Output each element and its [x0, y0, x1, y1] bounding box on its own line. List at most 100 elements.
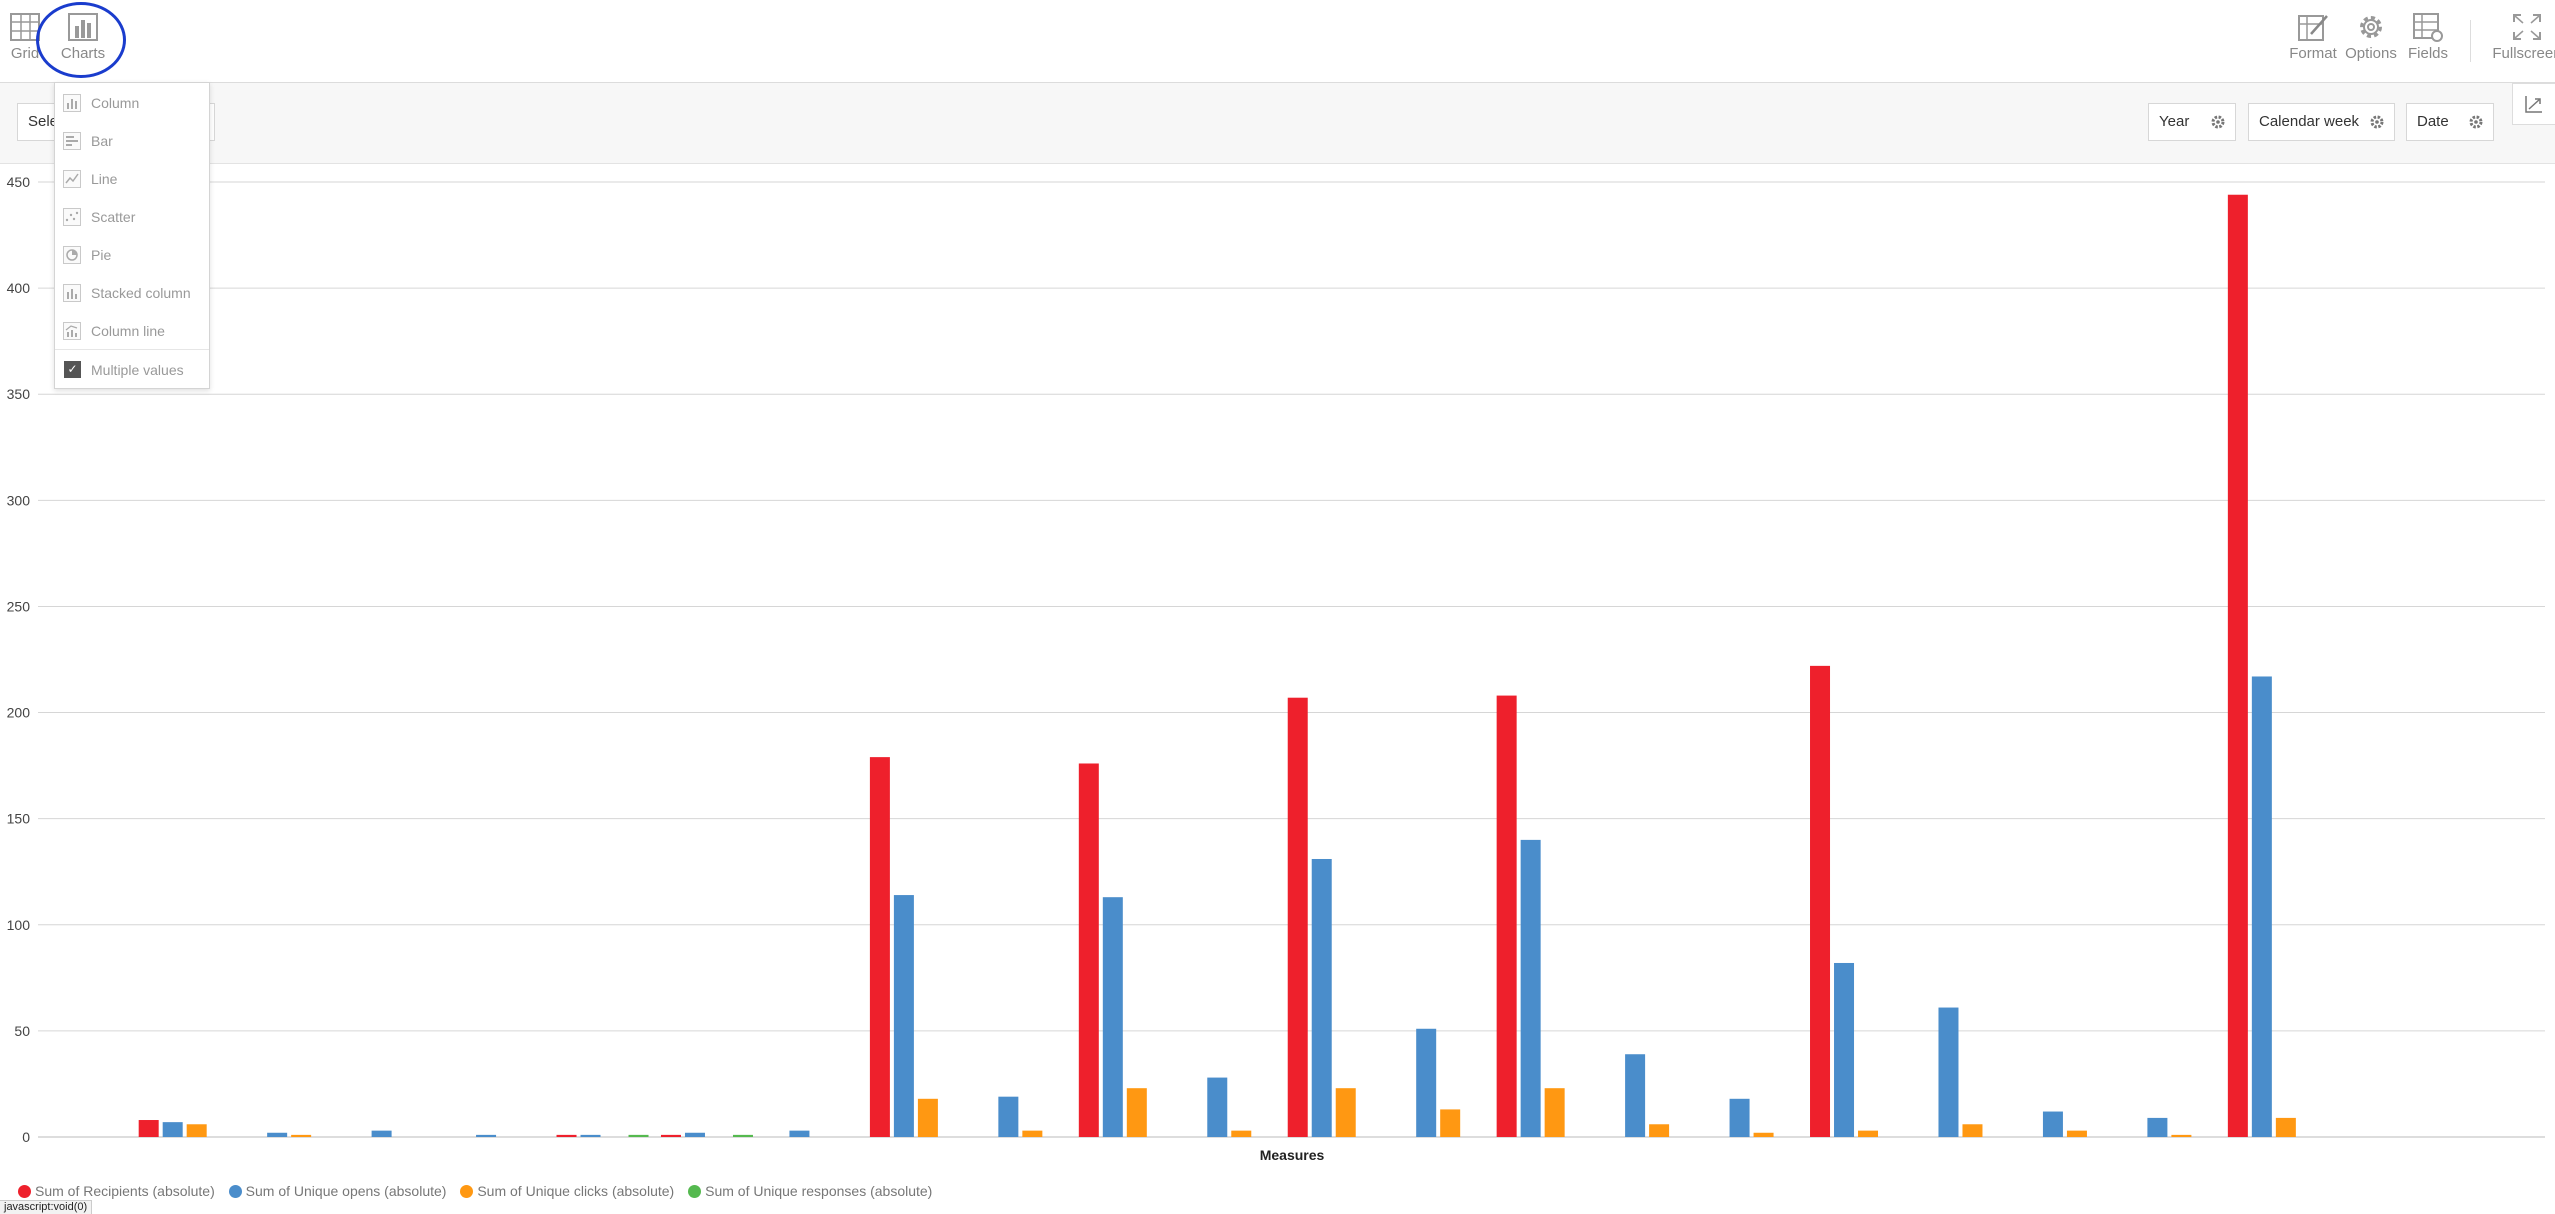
scatter-chart-icon — [63, 208, 81, 226]
bar-chart-icon — [63, 132, 81, 150]
fullscreen-label: Fullscreen — [2492, 45, 2555, 62]
axis-arrow-icon — [2525, 96, 2542, 113]
bar — [1544, 1088, 1565, 1137]
menu-item-column-line[interactable]: Column line — [55, 315, 209, 345]
gear-icon[interactable] — [2210, 114, 2226, 130]
format-icon — [2298, 15, 2328, 41]
bar — [1938, 1007, 1959, 1137]
bar — [1810, 665, 1831, 1137]
y-tick-label: 150 — [7, 811, 31, 827]
fullscreen-button[interactable]: Fullscreen — [2487, 12, 2555, 76]
bar — [138, 1120, 159, 1137]
y-tick-label: 400 — [7, 280, 31, 296]
fields-button[interactable]: Fields — [2393, 12, 2463, 76]
y-tick-label: 300 — [7, 492, 31, 508]
bar — [1231, 1130, 1252, 1137]
x-axis-label: Measures — [1260, 1147, 1325, 1163]
filter-chip-label: Calendar week — [2259, 113, 2360, 130]
fields-icon — [2413, 13, 2443, 42]
gear-icon — [2360, 16, 2382, 38]
menu-item-pie[interactable]: Pie — [55, 239, 209, 269]
fullscreen-icon — [2513, 14, 2541, 40]
bar — [1311, 858, 1332, 1137]
bar — [371, 1130, 392, 1137]
filter-chip-calendar-week[interactable]: Calendar week — [2248, 103, 2395, 141]
bar — [1440, 1109, 1461, 1137]
bar — [556, 1134, 577, 1137]
y-tick-label: 50 — [14, 1023, 30, 1039]
y-tick-label: 200 — [7, 705, 31, 721]
y-tick-label: 250 — [7, 598, 31, 614]
bar — [789, 1130, 810, 1137]
bar — [1625, 1054, 1646, 1137]
legend-dot — [228, 1185, 242, 1198]
bar — [998, 1096, 1019, 1137]
bar — [1126, 1088, 1147, 1137]
gear-icon[interactable] — [2468, 114, 2484, 130]
bar — [1102, 897, 1123, 1137]
bar — [2251, 676, 2272, 1137]
menu-item-label: Bar — [91, 133, 113, 149]
bar — [917, 1098, 938, 1137]
toolbar: Grid Charts Format Options Fields Fullsc… — [0, 0, 2555, 83]
legend-item[interactable]: Sum of Unique clicks (absolute) — [460, 1183, 674, 1199]
chart-legend: Sum of Recipients (absolute) Sum of Uniq… — [18, 1183, 942, 1199]
filter-bar: Sele Year Calendar week Date — [0, 83, 2555, 164]
legend-label: Sum of Unique clicks (absolute) — [477, 1183, 675, 1199]
bar — [1287, 697, 1308, 1137]
bar — [1416, 1028, 1437, 1137]
bar — [1022, 1130, 1043, 1137]
menu-item-label: Pie — [91, 247, 112, 263]
menu-item-bar[interactable]: Bar — [55, 125, 209, 155]
chart-axis-toggle[interactable] — [2512, 83, 2555, 125]
bar — [1753, 1132, 1774, 1137]
bar — [1207, 1077, 1228, 1137]
chart-type-menu: Column Bar Line Scatter Pie Stacked colu… — [54, 82, 210, 389]
bar — [1496, 695, 1517, 1137]
menu-item-scatter[interactable]: Scatter — [55, 201, 209, 231]
legend-item[interactable]: Sum of Recipients (absolute) — [18, 1183, 215, 1199]
filter-chip-label: Year — [2159, 113, 2190, 130]
bar — [2171, 1134, 2192, 1137]
menu-item-label: Column line — [91, 323, 165, 339]
menu-item-label: Scatter — [91, 209, 136, 225]
bar — [1520, 839, 1541, 1137]
bar — [732, 1134, 753, 1137]
legend-item[interactable]: Sum of Unique opens (absolute) — [228, 1183, 446, 1199]
column-chart: 0 50 100 150 200 250 300 350 400 450 Measures — [7, 174, 2545, 1163]
menu-item-label: Stacked column — [91, 285, 191, 301]
legend-label: Sum of Unique responses (absolute) — [705, 1183, 933, 1199]
bar — [2147, 1117, 2168, 1137]
bar — [2227, 194, 2248, 1137]
y-tick-label: 350 — [7, 386, 31, 402]
bar — [869, 757, 890, 1137]
y-tick-label: 0 — [22, 1129, 30, 1145]
legend-label: Sum of Recipients (absolute) — [35, 1183, 215, 1199]
menu-item-label: Multiple values — [91, 362, 184, 378]
bar — [893, 895, 914, 1137]
bar — [1962, 1124, 1983, 1137]
checkbox-checked-icon[interactable]: ✓ — [64, 361, 81, 378]
bar — [162, 1122, 183, 1137]
menu-item-multiple-values[interactable]: ✓ Multiple values — [55, 354, 209, 384]
column-line-icon — [63, 322, 81, 340]
line-chart-icon — [63, 170, 81, 188]
menu-item-stacked-column[interactable]: Stacked column — [55, 277, 209, 307]
bar — [660, 1134, 681, 1137]
pie-chart-icon — [63, 246, 81, 264]
bar — [684, 1132, 705, 1137]
legend-item[interactable]: Sum of Unique responses (absolute) — [688, 1183, 932, 1199]
legend-dot — [18, 1185, 31, 1198]
filter-chip-year[interactable]: Year — [2148, 103, 2236, 141]
filter-chip-date[interactable]: Date — [2406, 103, 2494, 141]
menu-item-line[interactable]: Line — [55, 163, 209, 193]
bar — [2042, 1111, 2063, 1137]
legend-dot — [688, 1185, 702, 1198]
menu-divider — [55, 349, 209, 350]
gear-icon[interactable] — [2369, 114, 2385, 130]
bar — [1729, 1098, 1750, 1137]
menu-item-column[interactable]: Column — [55, 87, 209, 117]
filter-chip-label: Date — [2417, 113, 2449, 130]
bar — [2066, 1130, 2087, 1137]
bar — [267, 1132, 288, 1137]
